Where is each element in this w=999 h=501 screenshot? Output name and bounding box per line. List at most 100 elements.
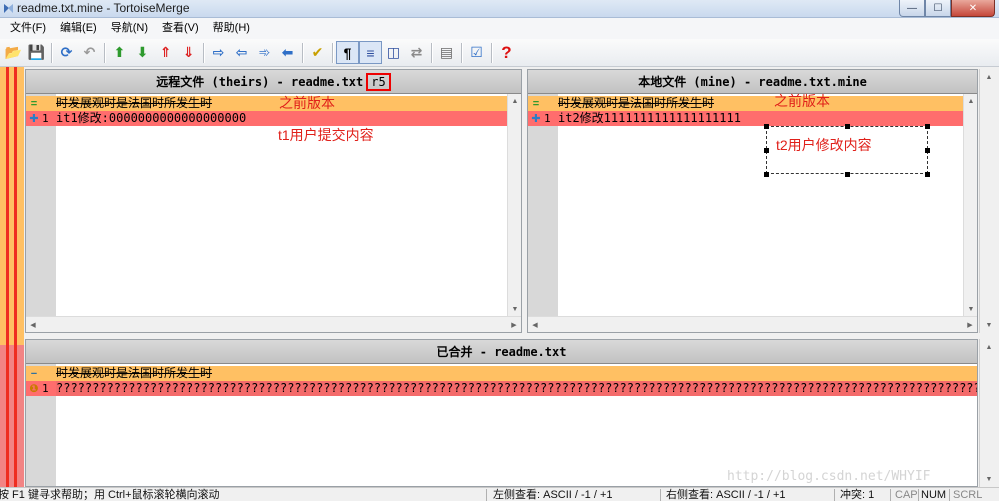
theirs-gutter: = ✚ 1 xyxy=(26,94,56,316)
location-bar-marker xyxy=(14,67,17,487)
resize-handle[interactable] xyxy=(764,172,769,177)
added-icon: ✚ xyxy=(29,113,39,125)
help-icon[interactable]: ? xyxy=(495,41,518,64)
settings-icon[interactable]: ☑ xyxy=(465,41,488,64)
use-mine-icon[interactable]: ⇦ xyxy=(230,41,253,64)
prev-diff-icon[interactable]: ⬆ xyxy=(108,41,131,64)
annotation-left-commit: t1用户提交内容 xyxy=(278,127,374,143)
scroll-right-icon[interactable]: ▶ xyxy=(507,317,521,333)
status-right-view: 右侧查看: ASCII / -1 / +1 xyxy=(666,489,786,501)
text-line: ????????????????????????????????????????… xyxy=(56,381,977,396)
gutter-line: − xyxy=(26,366,56,381)
close-button[interactable]: ✕ xyxy=(951,0,995,17)
status-scrl: SCRL xyxy=(953,489,983,501)
status-separator xyxy=(486,489,487,501)
mine-pane-title: 本地文件 (mine) - readme.txt.mine xyxy=(638,75,867,89)
merged-content[interactable]: 时发展观时是法国时所发生时 ??????????????????????????… xyxy=(56,364,977,486)
merged-outer-scrollbar[interactable]: ▲ ▼ xyxy=(979,339,997,487)
resize-handle[interactable] xyxy=(925,124,930,129)
status-help: 按 F1 键寻求帮助；用 Ctrl+鼠标滚轮横向滚动 xyxy=(0,489,220,501)
scroll-down-icon[interactable]: ▼ xyxy=(980,317,998,333)
scroll-up-icon[interactable]: ▲ xyxy=(980,69,998,85)
use-theirs-icon[interactable]: ⇨ xyxy=(207,41,230,64)
whitespace-icon[interactable]: ¶ xyxy=(336,41,359,64)
use-mine-before-theirs-icon[interactable]: ⬅ xyxy=(276,41,299,64)
scroll-down-icon[interactable]: ▼ xyxy=(964,302,978,316)
next-diff-icon[interactable]: ⬇ xyxy=(131,41,154,64)
resize-handle[interactable] xyxy=(764,124,769,129)
location-bar-conflict-region xyxy=(0,345,24,487)
menu-help[interactable]: 帮助(H) xyxy=(206,19,257,38)
minimize-button[interactable]: — xyxy=(899,0,925,17)
tortoisemerge-app-icon xyxy=(4,4,13,13)
annotation-left-previous: 之前版本 xyxy=(279,95,335,111)
theirs-pane-title: 远程文件 (theirs) - readme.txt xyxy=(156,75,364,89)
use-theirs-before-mine-icon[interactable]: ➾ xyxy=(253,41,276,64)
resize-handle[interactable] xyxy=(845,124,850,129)
status-left-view: 左侧查看: ASCII / -1 / +1 xyxy=(493,489,613,501)
scroll-up-icon[interactable]: ▲ xyxy=(964,94,978,108)
toolbar: 📂 💾 ⟳ ↶ ⬆ ⬇ ⇑ ⇓ ⇨ ⇦ ➾ ⬅ ✔ ¶ ≡ ◫ ⇄ ▤ ☑ ? xyxy=(0,39,999,67)
location-bar[interactable] xyxy=(0,67,24,487)
scroll-down-icon[interactable]: ▼ xyxy=(980,471,998,487)
menu-view[interactable]: 查看(V) xyxy=(155,19,206,38)
mine-gutter: = ✚ 1 xyxy=(528,94,558,316)
conflict-icon: ❶ xyxy=(29,383,39,395)
next-conflict-icon[interactable]: ⇓ xyxy=(177,41,200,64)
scroll-up-icon[interactable]: ▲ xyxy=(980,339,998,355)
maximize-button[interactable]: ☐ xyxy=(925,0,951,17)
toolbar-separator xyxy=(51,42,52,63)
status-num: NUM xyxy=(921,489,947,501)
open-icon[interactable]: 📂 xyxy=(2,41,25,64)
equal-icon: = xyxy=(532,97,540,110)
gutter-line: = xyxy=(26,96,56,111)
reload-icon[interactable]: ⟳ xyxy=(55,41,78,64)
mark-resolved-icon[interactable]: ✔ xyxy=(306,41,329,64)
status-cap: CAP xyxy=(895,489,918,501)
status-bar: 按 F1 键寻求帮助；用 Ctrl+鼠标滚轮横向滚动 左侧查看: ASCII /… xyxy=(0,487,999,501)
menu-navigate[interactable]: 导航(N) xyxy=(104,19,155,38)
merged-gutter: − ❶ 1 xyxy=(26,364,56,486)
gutter-line: ✚ 1 xyxy=(528,111,558,126)
undo-icon[interactable]: ↶ xyxy=(78,41,101,64)
theirs-pane[interactable]: 远程文件 (theirs) - readme.txt r5 = ✚ 1 时发展观… xyxy=(25,69,522,333)
mine-pane-header: 本地文件 (mine) - readme.txt.mine xyxy=(528,70,977,94)
save-icon[interactable]: 💾 xyxy=(25,41,48,64)
theirs-horizontal-scrollbar[interactable]: ◀ ▶ xyxy=(26,316,521,332)
scroll-down-icon[interactable]: ▼ xyxy=(508,302,522,316)
mine-pane[interactable]: 本地文件 (mine) - readme.txt.mine = ✚ 1 时发展观… xyxy=(527,69,978,333)
scroll-right-icon[interactable]: ▶ xyxy=(963,317,977,333)
mine-vertical-scrollbar[interactable]: ▲ ▼ xyxy=(963,94,977,316)
gutter-line: ✚ 1 xyxy=(26,111,56,126)
resize-handle[interactable] xyxy=(925,148,930,153)
watermark: http://blog.csdn.net/WHYIF xyxy=(727,469,931,484)
status-separator xyxy=(660,489,661,501)
create-patch-icon[interactable]: ▤ xyxy=(435,41,458,64)
revision-badge: r5 xyxy=(366,72,391,91)
resize-handle[interactable] xyxy=(925,172,930,177)
theirs-vertical-scrollbar[interactable]: ▲ ▼ xyxy=(507,94,521,316)
window-controls: — ☐ ✕ xyxy=(899,0,995,17)
toolbar-separator xyxy=(491,42,492,63)
merged-pane[interactable]: 已合并 - readme.txt − ❶ 1 时发展观时是法国时所发生时 ???… xyxy=(25,339,978,487)
mine-horizontal-scrollbar[interactable]: ◀ ▶ xyxy=(528,316,977,332)
one-pane-icon[interactable]: ◫ xyxy=(382,41,405,64)
menu-file[interactable]: 文件(F) xyxy=(3,19,53,38)
prev-conflict-icon[interactable]: ⇑ xyxy=(154,41,177,64)
gutter-line: ❶ 1 xyxy=(26,381,56,396)
resize-handle[interactable] xyxy=(764,148,769,153)
switch-panes-icon[interactable]: ⇄ xyxy=(405,41,428,64)
scroll-up-icon[interactable]: ▲ xyxy=(508,94,522,108)
resize-handle[interactable] xyxy=(845,172,850,177)
toolbar-separator xyxy=(461,42,462,63)
scroll-left-icon[interactable]: ◀ xyxy=(528,317,542,333)
window-title: readme.txt.mine - TortoiseMerge xyxy=(17,1,190,15)
location-bar-marker xyxy=(6,67,9,487)
outer-vertical-scrollbar[interactable]: ▲ ▼ xyxy=(979,69,997,333)
title-bar: readme.txt.mine - TortoiseMerge — ☐ ✕ xyxy=(0,0,999,18)
menu-edit[interactable]: 编辑(E) xyxy=(53,19,104,38)
status-separator xyxy=(890,489,891,501)
toolbar-separator xyxy=(104,42,105,63)
scroll-left-icon[interactable]: ◀ xyxy=(26,317,40,333)
inline-diff-icon[interactable]: ≡ xyxy=(359,41,382,64)
